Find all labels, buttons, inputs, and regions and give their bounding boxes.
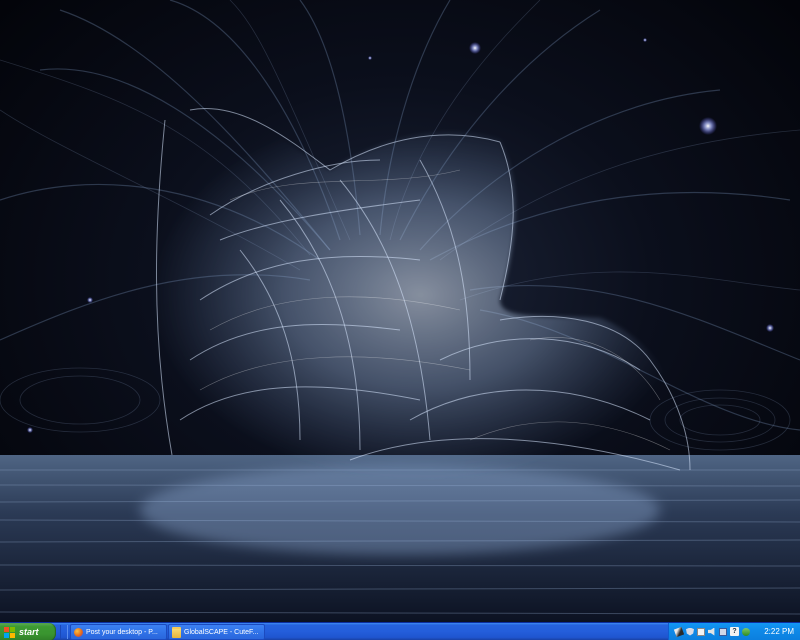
system-tray: ? 2:22 PM: [668, 623, 800, 640]
taskbar-button-globalscape[interactable]: GlobalSCAPE - CuteF...: [168, 624, 265, 640]
taskbar: start Post your desktop - P... GlobalSCA…: [0, 622, 800, 640]
safely-remove-icon[interactable]: [742, 627, 750, 636]
task-label: Post your desktop - P...: [86, 628, 158, 636]
firefox-icon: [74, 627, 83, 637]
desktop[interactable]: start Post your desktop - P... GlobalSCA…: [0, 0, 800, 640]
network-icon[interactable]: [719, 627, 727, 636]
start-button[interactable]: start: [0, 623, 56, 640]
folder-icon: [172, 626, 181, 638]
start-label: start: [19, 627, 39, 637]
speaker-icon[interactable]: [708, 627, 715, 636]
mail-icon[interactable]: [697, 627, 705, 636]
wallpaper-fractal: [0, 0, 800, 622]
help-icon[interactable]: ?: [730, 627, 739, 636]
clock[interactable]: 2:22 PM: [764, 627, 794, 636]
pen-tablet-icon[interactable]: [673, 626, 685, 637]
task-label: GlobalSCAPE - CuteF...: [184, 628, 259, 636]
taskbar-button-firefox[interactable]: Post your desktop - P...: [70, 624, 167, 640]
shield-icon[interactable]: [686, 627, 694, 636]
quick-launch-separator[interactable]: [60, 625, 68, 639]
windows-logo-icon: [4, 626, 15, 638]
